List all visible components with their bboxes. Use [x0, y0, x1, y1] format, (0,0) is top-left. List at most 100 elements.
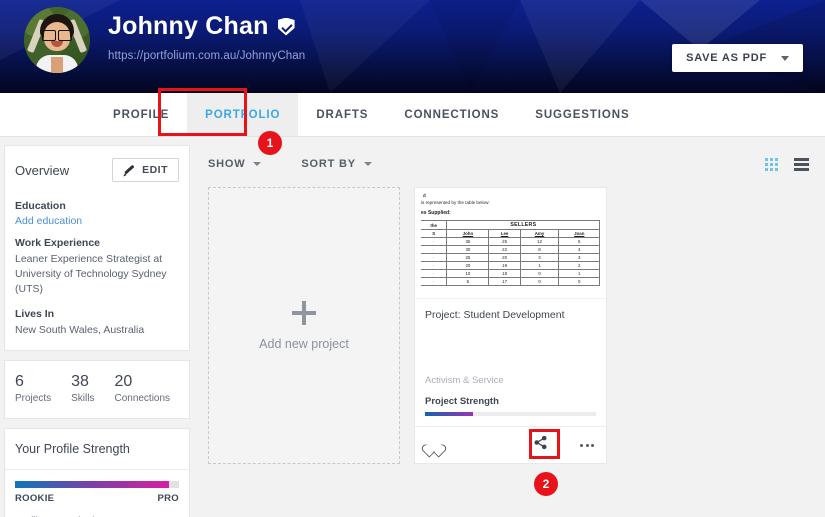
sort-by-label: SORT BY — [301, 158, 356, 170]
table-row: · 10 18 0 1 — [421, 269, 601, 278]
project-thumbnail: d is represented by the table below: es … — [415, 188, 606, 299]
tab-drafts-label: DRAFTS — [316, 108, 369, 121]
annotation-badge-2: 2 — [534, 472, 558, 496]
portfolium-profile-page: Johnny Chan https://portfolium.com.au/Jo… — [0, 0, 825, 517]
table-cell: 20 — [488, 253, 521, 262]
table-row-marker: · — [421, 245, 448, 254]
stat-connections-label: Connections — [114, 392, 171, 404]
save-as-pdf-button[interactable]: SAVE AS PDF — [672, 44, 803, 72]
table-cell: 36 — [446, 237, 490, 246]
tab-suggestions-label: SUGGESTIONS — [535, 108, 630, 121]
add-new-project-tile[interactable]: Add new project — [208, 187, 400, 464]
show-filter-dropdown[interactable]: SHOW — [208, 158, 262, 170]
tab-connections[interactable]: CONNECTIONS — [386, 93, 517, 136]
table-cell: 19 — [488, 261, 521, 270]
stat-connections: 20 Connections — [114, 373, 170, 404]
page-title: Johnny Chan — [108, 12, 305, 41]
table-header-row: the SELLERS — [421, 220, 601, 230]
overview-body: Education Add education Work Experience … — [5, 200, 189, 350]
project-strength-label: Project Strength — [425, 396, 499, 407]
table-cell: 5 — [558, 237, 601, 246]
profile-url: https://portfolium.com.au/JohnnyChan — [108, 50, 306, 62]
profile-nav-tabs: PROFILE PORTFOLIO DRAFTS CONNECTIONS SUG… — [0, 88, 825, 137]
edit-label: EDIT — [142, 164, 168, 176]
stat-skills-value: 38 — [71, 372, 89, 390]
table-cell: 12 — [519, 237, 560, 246]
profile-strength-fill — [15, 480, 170, 488]
table-row-marker: · — [421, 269, 448, 278]
tab-connections-label: CONNECTIONS — [404, 108, 500, 121]
sidebar: Overview EDIT Education Add education Wo… — [0, 137, 190, 517]
project-card-body: Project: Student Development Activism & … — [415, 299, 606, 426]
profile-name: Johnny Chan — [108, 12, 269, 40]
tab-suggestions[interactable]: SUGGESTIONS — [517, 93, 647, 136]
stat-connections-value: 20 — [114, 372, 133, 390]
project-category: Activism & Service — [425, 375, 504, 386]
table-cell: 0 — [519, 269, 560, 278]
tab-profile[interactable]: PROFILE — [95, 93, 187, 136]
portfolio-grid: Add new project d is represented by the … — [208, 187, 809, 496]
table-row-marker: · — [421, 277, 448, 286]
table-corner-2: S — [421, 229, 448, 238]
lives-in-label: Lives In — [15, 307, 55, 320]
stats-row: 6 Projects 38 Skills 20 Connections — [5, 361, 189, 418]
thumbnail-line-3: es Supplied: — [421, 210, 451, 216]
edit-overview-button[interactable]: EDIT — [112, 158, 179, 182]
thumbnail-sellers-table: the SELLERS S John Lee Amy Joan · 36 25 12 5… — [421, 220, 601, 286]
project-card-actions — [415, 426, 606, 463]
table-row: · 25 20 3 3 — [421, 253, 601, 262]
table-cell: 18 — [488, 269, 521, 278]
pencil-icon — [123, 164, 135, 176]
table-body: · 36 25 12 5 · 30 22 8 4 · 25 20 3 3 · 20 19 1 2 · 10 18 0 1 · 5 17… — [421, 237, 601, 286]
avatar — [24, 7, 90, 73]
profile-strength-card: Your Profile Strength ROOKIE PRO Profile… — [4, 427, 190, 517]
chevron-down-icon — [363, 162, 372, 166]
table-col-joan: Joan — [558, 229, 601, 238]
annotation-badge-1: 1 — [258, 131, 282, 155]
plus-icon — [292, 300, 316, 325]
sort-by-dropdown[interactable]: SORT BY — [301, 158, 372, 170]
table-cell: 1 — [558, 269, 601, 278]
tab-drafts[interactable]: DRAFTS — [298, 93, 386, 136]
more-options-icon[interactable] — [580, 443, 594, 447]
heart-icon[interactable] — [427, 439, 441, 452]
profile-strength-bar — [15, 480, 179, 488]
glasses-icon — [42, 30, 72, 41]
table-cell: 8 — [519, 245, 560, 254]
avatar-neck — [51, 57, 63, 73]
strength-end-label: PRO — [157, 492, 179, 504]
table-cell: 5 — [446, 277, 490, 286]
project-card[interactable]: d is represented by the table below: es … — [414, 187, 607, 496]
chevron-down-icon — [781, 55, 789, 61]
table-cell: 0 — [519, 277, 560, 286]
thumbnail-line-1: d — [423, 193, 426, 198]
list-view-icon[interactable] — [794, 157, 809, 171]
work-experience-label: Work Experience — [15, 237, 101, 249]
table-row: · 5 17 0 0 — [421, 277, 601, 286]
stats-card: 6 Projects 38 Skills 20 Connections — [4, 359, 190, 419]
table-row-marker: · — [421, 237, 448, 246]
tab-portfolio[interactable]: PORTFOLIO — [187, 93, 299, 136]
add-education-link[interactable]: Add education — [15, 215, 179, 227]
table-group-header: SELLERS — [446, 220, 601, 230]
work-experience-value: Leaner Experience Strategist at Universi… — [15, 253, 167, 296]
table-subheader-row: S John Lee Amy Joan — [421, 229, 601, 238]
table-cell: 25 — [488, 237, 521, 246]
table-cell: 2 — [558, 261, 601, 270]
table-row-marker: · — [421, 253, 448, 262]
table-cell: 1 — [519, 261, 560, 270]
profile-identity: Johnny Chan https://portfolium.com.au/Jo… — [90, 0, 305, 62]
table-col-john: John — [446, 229, 490, 238]
lives-in-value: New South Wales, Australia — [15, 323, 145, 336]
table-row: · 20 19 1 2 — [421, 261, 601, 270]
share-icon[interactable] — [533, 435, 548, 455]
stat-skills: 38 Skills — [71, 373, 94, 404]
thumbnail-line-2: is represented by the table below: — [421, 200, 490, 205]
table-row-marker: · — [421, 261, 448, 270]
chevron-down-icon — [253, 162, 262, 166]
portfolio-toolbar: SHOW SORT BY 1 — [208, 131, 809, 181]
grid-view-icon[interactable] — [765, 157, 778, 171]
portfolio-main: SHOW SORT BY 1 Add new project d is repr… — [190, 131, 825, 496]
table-cell: 10 — [446, 269, 490, 278]
profile-strength-title: Your Profile Strength — [5, 429, 189, 470]
